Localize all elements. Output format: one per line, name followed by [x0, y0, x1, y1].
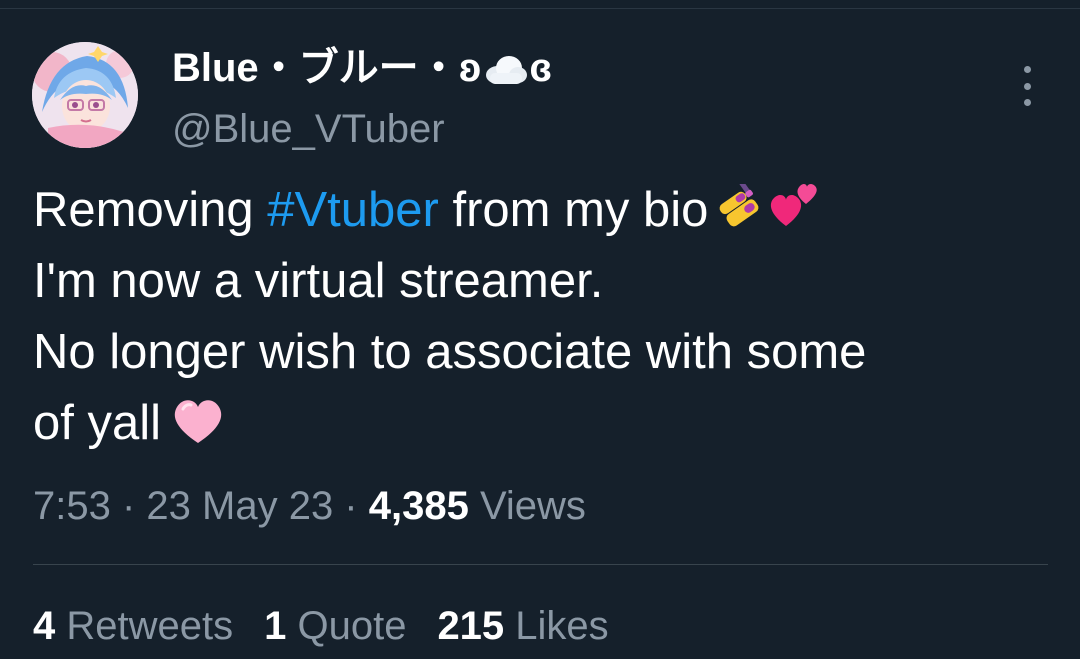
likes-label: Likes: [504, 604, 609, 648]
author-info: Blue・ブルー・ʚ ɞ @Blue_VTuber: [172, 44, 552, 153]
display-name[interactable]: Blue・ブルー・ʚ ɞ: [172, 44, 552, 96]
tweet-line-4: of yall: [33, 388, 1043, 459]
tweet-metadata: 7:53 · 23 May 23 · 4,385 Views: [33, 478, 586, 534]
quotes-stat[interactable]: 1 Quote: [264, 598, 406, 654]
stats-divider: [33, 564, 1048, 565]
likes-count: 215: [437, 604, 505, 648]
quotes-count: 1: [264, 604, 287, 648]
hashtag-link[interactable]: #Vtuber: [267, 183, 439, 237]
retweets-label: Retweets: [55, 604, 234, 648]
nail-polish-icon: [716, 175, 766, 254]
separator-dot: ·: [333, 484, 369, 528]
timestamp-time[interactable]: 7:53: [33, 484, 111, 528]
two-hearts-icon: [766, 180, 820, 254]
cloud-icon: [482, 48, 528, 96]
tweet-text: Removing #Vtuber from my bio I'm now a v…: [33, 175, 1043, 459]
tweet-text-segment: from my bio: [438, 183, 709, 237]
tweet-detail: Blue・ブルー・ʚ ɞ @Blue_VTuber Removing #Vtube…: [0, 0, 1080, 659]
display-name-suffix: ɞ: [529, 46, 553, 90]
separator-dot: ·: [110, 484, 147, 528]
engagement-stats: 4 Retweets 1 Quote 215 Likes: [33, 598, 640, 654]
username[interactable]: @Blue_VTuber: [172, 105, 552, 153]
tweet-line-3: No longer wish to associate with some: [33, 325, 867, 379]
retweets-count: 4: [33, 604, 56, 648]
display-name-text: Blue・ブルー・ʚ: [172, 46, 482, 90]
avatar[interactable]: [32, 42, 138, 148]
retweets-stat[interactable]: 4 Retweets: [33, 598, 233, 654]
tweet-line-2: I'm now a virtual streamer.: [33, 254, 604, 308]
more-vertical-icon: [1023, 66, 1031, 73]
quotes-label: Quote: [286, 604, 407, 648]
avatar-image: [32, 42, 138, 148]
views-label: Views: [468, 484, 586, 528]
likes-stat[interactable]: 215 Likes: [437, 598, 608, 654]
pink-heart-icon: [169, 393, 227, 467]
views-count: 4,385: [368, 484, 469, 528]
tweet-line-1: Removing #Vtuber from my bio: [33, 175, 1043, 246]
tweet-text-segment: of yall: [33, 396, 162, 450]
more-options-button[interactable]: [1010, 64, 1044, 108]
tweet-text-segment: Removing: [33, 183, 268, 237]
timestamp-date[interactable]: 23 May 23: [146, 484, 333, 528]
